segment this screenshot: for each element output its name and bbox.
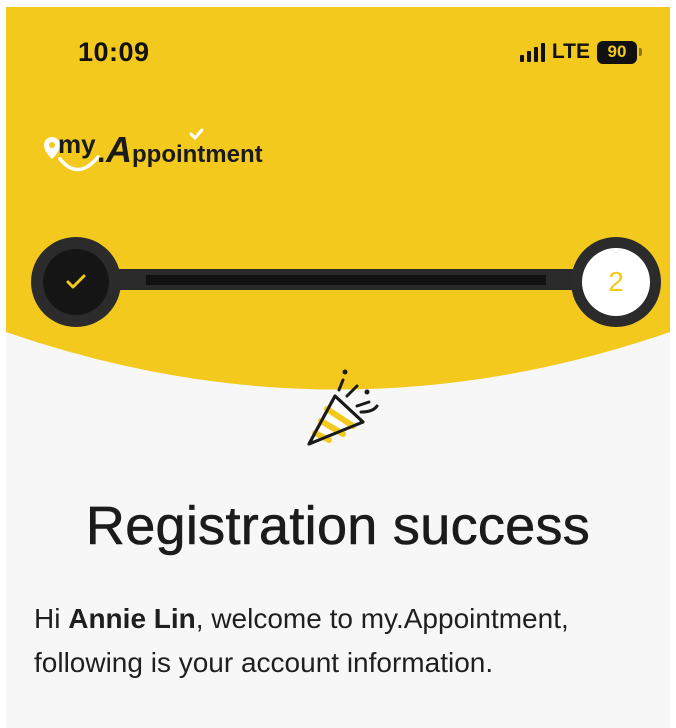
battery-nub (639, 48, 642, 56)
status-time: 10:09 (78, 37, 150, 67)
user-name: Annie Lin (68, 603, 196, 634)
account-info-line: following is your account information. (34, 647, 494, 678)
step-2-label: 2 (582, 248, 650, 316)
logo-text-dot: . (97, 136, 105, 169)
greeting-suffix: , welcome to my.Appointment, (195, 603, 569, 634)
signal-icon (519, 42, 545, 62)
logo-text-my: my (58, 129, 96, 159)
step-1-completed (31, 237, 121, 327)
party-popper-icon (307, 369, 385, 446)
battery-icon: 90 (597, 40, 637, 64)
registration-stepper: 2 (31, 237, 661, 327)
stepper-progress (146, 275, 546, 285)
registration-success-screen: 10:09 LTE 90 my . A ppointment 2 Registr… (6, 7, 670, 728)
status-bar: 10:09 LTE 90 (6, 7, 670, 87)
step-2-current: 2 (571, 237, 661, 327)
logo-check-mark (189, 128, 204, 141)
stepper-track (91, 269, 601, 290)
status-indicators: LTE 90 (519, 37, 642, 67)
greeting-prefix: Hi (34, 603, 69, 634)
battery-level: 90 (607, 42, 627, 61)
logo-text-rest: ppointment (132, 141, 263, 168)
logo-text-a: A (105, 129, 132, 170)
check-icon (66, 274, 86, 289)
network-type: LTE (551, 40, 590, 63)
page-title: Registration success (85, 496, 591, 557)
welcome-message: Hi Annie Lin, welcome to my.Appointment,… (34, 597, 634, 685)
my-appointment-logo: my . A ppointment (44, 128, 263, 172)
